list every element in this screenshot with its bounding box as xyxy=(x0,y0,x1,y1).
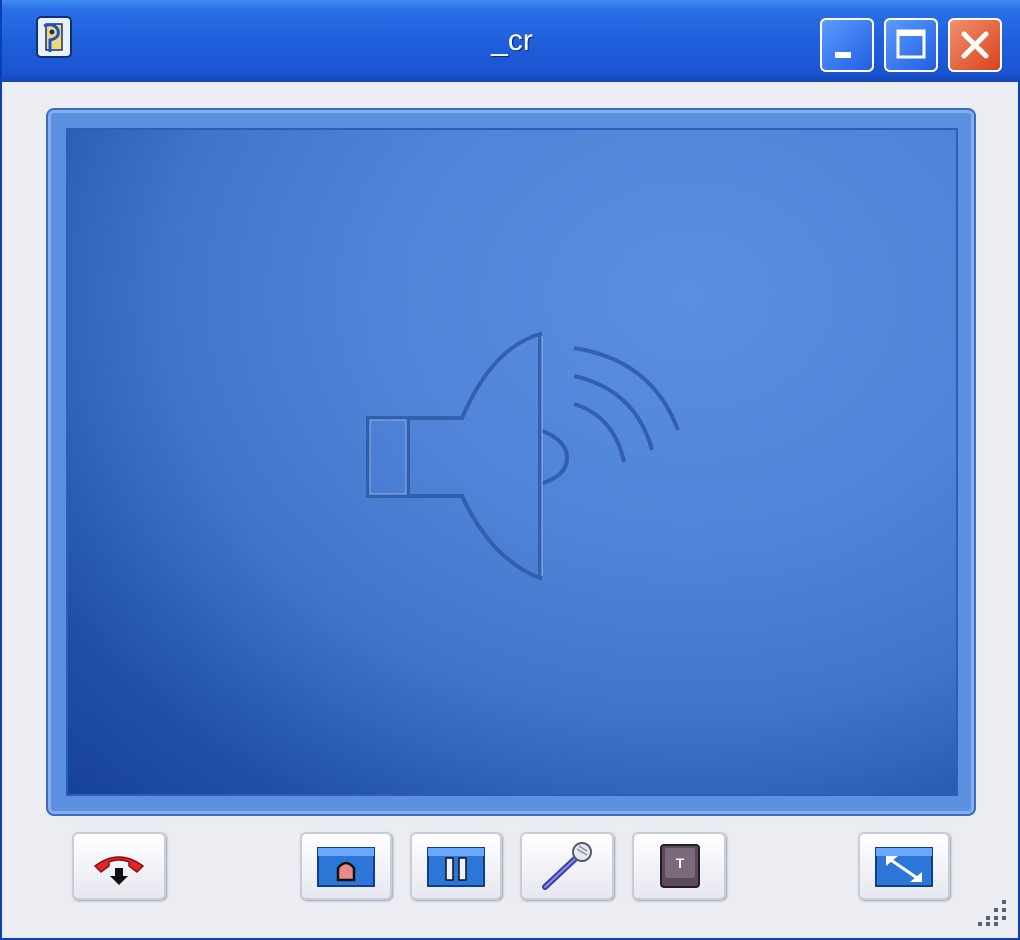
record-button[interactable] xyxy=(300,832,392,900)
title-bar[interactable]: _cr xyxy=(2,0,1020,82)
fullscreen-button[interactable] xyxy=(858,832,950,900)
close-button[interactable] xyxy=(948,18,1002,72)
microphone-icon xyxy=(542,842,592,890)
text-key-label: T xyxy=(676,855,685,871)
app-window: _cr T xyxy=(0,0,1020,940)
text-button[interactable]: T xyxy=(632,832,726,900)
minimize-icon xyxy=(835,52,851,58)
minimize-button[interactable] xyxy=(820,18,874,72)
hang-up-button[interactable] xyxy=(72,832,166,900)
maximize-icon xyxy=(896,29,926,59)
record-icon xyxy=(317,847,375,887)
resize-grip-icon[interactable] xyxy=(974,892,1010,928)
close-icon xyxy=(961,31,989,59)
speaker-volume-icon xyxy=(366,331,680,581)
maximize-button[interactable] xyxy=(884,18,938,72)
microphone-button[interactable] xyxy=(520,832,614,900)
resize-arrows-icon xyxy=(875,847,933,887)
phone-hangup-icon xyxy=(93,856,145,885)
pause-icon xyxy=(427,847,485,887)
text-key-icon: T xyxy=(660,844,700,888)
pause-button[interactable] xyxy=(410,832,502,900)
